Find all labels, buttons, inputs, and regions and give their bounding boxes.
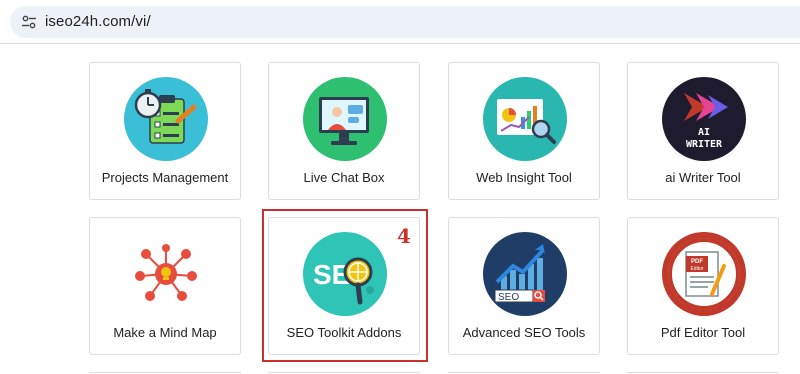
tool-card-projects-management[interactable]: Projects Management: [89, 62, 241, 200]
tune-icon[interactable]: [21, 14, 37, 30]
monitor-agent-icon: [303, 77, 387, 161]
mind-map-bulb-icon: [124, 232, 208, 316]
step-number: 4: [397, 224, 411, 248]
card-label: Live Chat Box: [303, 170, 385, 185]
analytics-magnifier-icon: [483, 77, 567, 161]
url-text[interactable]: iseo24h.com/vi/: [45, 14, 151, 30]
editor-label: Editor: [690, 266, 703, 272]
tool-card-pdf-editor-tool[interactable]: PDF Editor Pdf Editor Tool: [627, 217, 779, 355]
card-label: Make a Mind Map: [113, 325, 217, 340]
ai-writer-line1: AI: [698, 127, 710, 138]
pdf-editor-icon: PDF Editor: [662, 232, 746, 316]
card-label: Web Insight Tool: [476, 170, 572, 185]
card-label: Projects Management: [101, 170, 229, 185]
card-label: Pdf Editor Tool: [660, 325, 746, 340]
tool-card-make-a-mind-map[interactable]: Make a Mind Map: [89, 217, 241, 355]
tool-card-web-insight-tool[interactable]: Web Insight Tool: [448, 62, 600, 200]
ai-writer-line2: WRITER: [686, 139, 723, 150]
clipboard-stopwatch-icon: [124, 77, 208, 161]
tool-card-ai-writer-tool[interactable]: AI WRITER ai Writer Tool: [627, 62, 779, 200]
address-bar[interactable]: iseo24h.com/vi/: [10, 6, 800, 38]
pdf-label: PDF: [691, 259, 703, 265]
tool-card-advanced-seo-tools[interactable]: SEO Advanced SEO Tools: [448, 217, 600, 355]
card-label: Advanced SEO Tools: [462, 325, 586, 340]
card-label: ai Writer Tool: [665, 170, 741, 185]
seo-small-label: SEO: [498, 292, 519, 303]
tool-card-live-chat-box[interactable]: Live Chat Box: [268, 62, 420, 200]
ai-writer-logo-icon: AI WRITER: [662, 77, 746, 161]
seo-growth-chart-icon: SEO: [483, 232, 567, 316]
browser-toolbar: iseo24h.com/vi/: [0, 0, 800, 44]
